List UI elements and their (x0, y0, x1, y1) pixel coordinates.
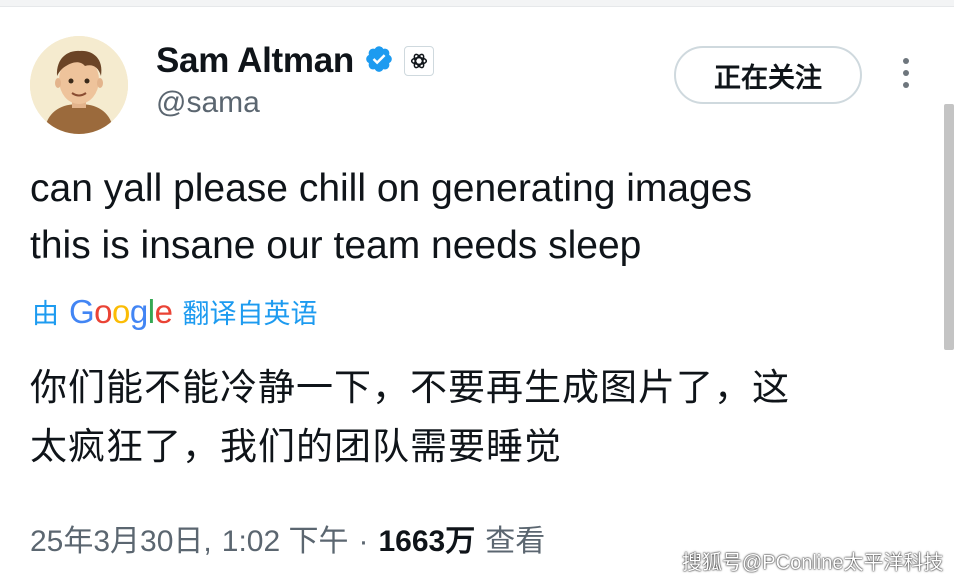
google-logo: Google (69, 292, 173, 330)
author-name-row: Sam Altman (156, 40, 434, 82)
tweet-translated-line: 你们能不能冷静一下，不要再生成图片了，这 (30, 366, 790, 409)
views-label: 查看 (485, 525, 546, 558)
tweet-translated-line: 太疯狂了，我们的团队需要睡觉 (30, 425, 562, 468)
openai-logo-icon[interactable] (403, 46, 434, 76)
translation-prefix: 由 (32, 299, 59, 330)
watermark: 搜狐号@PConline太平洋科技 (682, 552, 944, 574)
scrollbar[interactable] (944, 104, 954, 350)
tweet-text-translated: 你们能不能冷静一下，不要再生成图片了，这 太疯狂了，我们的团队需要睡觉 (30, 358, 930, 476)
tweet-text-line: this is insane our team needs sleep (30, 224, 642, 267)
author-handle[interactable]: @sama (156, 86, 260, 120)
views-count: 1663万 (378, 525, 476, 558)
cartoon-avatar-icon (30, 36, 128, 134)
tweet-text-line: can yall please chill on generating imag… (30, 167, 752, 210)
tweet-meta: 25年3月30日, 1:02 下午 · 1663万 查看 (30, 516, 545, 560)
top-divider (0, 0, 954, 7)
avatar[interactable] (30, 36, 128, 134)
tweet-text-english: can yall please chill on generating imag… (30, 160, 910, 274)
translation-suffix: 翻译自英语 (182, 299, 318, 330)
verified-badge-icon (364, 44, 394, 78)
tweet-date[interactable]: 25年3月30日, (30, 516, 212, 560)
tweet-time[interactable]: 1:02 下午 (222, 516, 349, 560)
author-display-name[interactable]: Sam Altman (156, 41, 354, 81)
more-options-icon[interactable] (896, 58, 916, 92)
translate-attribution-link[interactable]: 由 Google 翻译自英语 (32, 292, 317, 331)
following-button[interactable]: 正在关注 (674, 46, 862, 104)
meta-separator: · (358, 525, 369, 558)
